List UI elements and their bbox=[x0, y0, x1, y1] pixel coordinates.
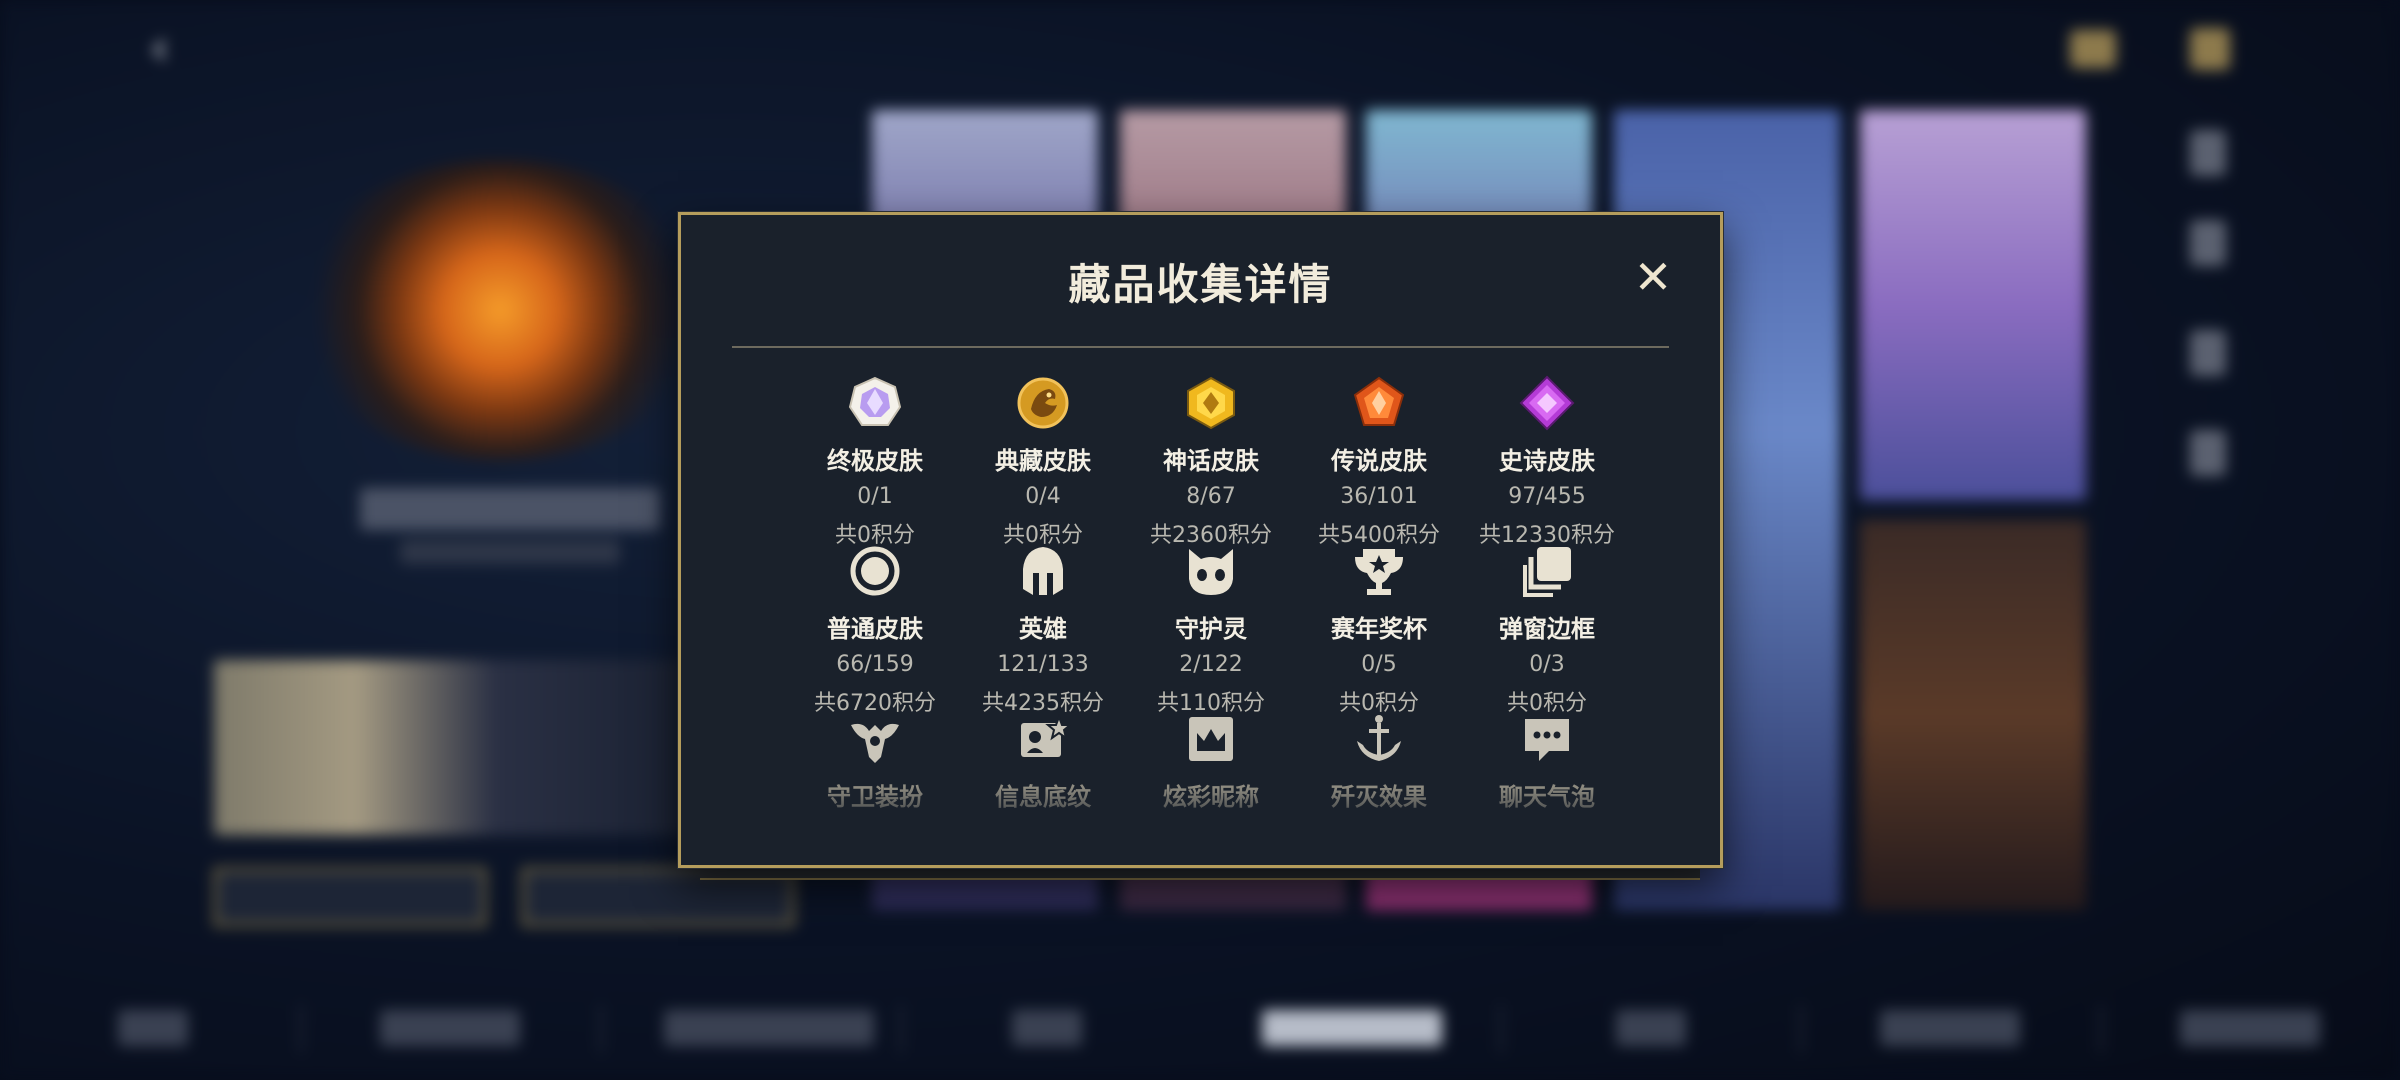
item-count: 66/159 bbox=[836, 652, 914, 677]
item-name: 聊天气泡 bbox=[1499, 783, 1595, 811]
item-name: 英雄 bbox=[1019, 615, 1067, 643]
skin-thumbnail[interactable] bbox=[1860, 110, 2086, 500]
collection-item[interactable]: 歼灭效果 bbox=[1295, 711, 1463, 812]
bottom-tab[interactable] bbox=[118, 1010, 188, 1046]
collection-item[interactable]: 信息底纹 bbox=[959, 711, 1127, 812]
item-name: 终极皮肤 bbox=[827, 447, 923, 475]
info-background-icon bbox=[1021, 714, 1071, 757]
ultimate-skin-gem-icon bbox=[848, 376, 902, 426]
bottom-tab-active[interactable] bbox=[1262, 1010, 1442, 1046]
annihilation-effect-icon bbox=[1357, 715, 1401, 761]
settings-icon[interactable] bbox=[2190, 28, 2230, 70]
item-count: 2/122 bbox=[1179, 652, 1243, 677]
back-button[interactable]: ‹ bbox=[150, 20, 430, 76]
epic-skin-gem-icon bbox=[1519, 375, 1575, 431]
collection-item[interactable]: 神话皮肤 8/67 共2360积分 bbox=[1127, 375, 1295, 549]
bottom-tab[interactable] bbox=[664, 1010, 874, 1046]
item-name: 神话皮肤 bbox=[1163, 447, 1259, 475]
collection-item[interactable]: 史诗皮肤 97/455 共12330积分 bbox=[1463, 375, 1631, 549]
item-count: 97/455 bbox=[1508, 484, 1586, 509]
player-subtitle-placeholder bbox=[400, 540, 620, 564]
item-name: 赛年奖杯 bbox=[1331, 615, 1427, 643]
item-name: 史诗皮肤 bbox=[1499, 447, 1595, 475]
modal-title: 藏品收集详情 bbox=[1068, 260, 1333, 309]
legendary-skin-gem-icon bbox=[1353, 376, 1405, 426]
normal-skin-ring-icon bbox=[850, 546, 900, 596]
item-count: 0/4 bbox=[1025, 484, 1061, 509]
chat-bubble-icon bbox=[1525, 719, 1569, 761]
hero-helmet-icon bbox=[1023, 547, 1063, 595]
bottom-tab[interactable] bbox=[1012, 1010, 1082, 1046]
item-name: 典藏皮肤 bbox=[995, 447, 1091, 475]
collection-item[interactable]: 传说皮肤 36/101 共5400积分 bbox=[1295, 375, 1463, 549]
collection-details-modal: 藏品收集详情 ✕ 终极皮肤 0/1 共0积分 典藏皮肤 0/4 共0积分 神话皮… bbox=[678, 212, 1723, 868]
colorful-nickname-icon bbox=[1189, 717, 1233, 761]
item-name: 信息底纹 bbox=[995, 783, 1091, 811]
item-count: 36/101 bbox=[1340, 484, 1418, 509]
collection-item[interactable]: 守护灵 2/122 共110积分 bbox=[1127, 543, 1295, 717]
side-nav-icon[interactable] bbox=[2190, 130, 2226, 176]
collection-item[interactable]: 守卫装扮 bbox=[791, 711, 959, 812]
collection-item[interactable]: 炫彩昵称 bbox=[1127, 711, 1295, 812]
close-button[interactable]: ✕ bbox=[1631, 254, 1675, 301]
side-nav-icon[interactable] bbox=[2190, 430, 2226, 476]
item-name: 普通皮肤 bbox=[827, 615, 923, 643]
season-trophy-icon bbox=[1355, 549, 1403, 595]
collection-skin-dragon-icon bbox=[1017, 377, 1069, 429]
item-count: 0/5 bbox=[1361, 652, 1397, 677]
collection-item[interactable]: 普通皮肤 66/159 共6720积分 bbox=[791, 543, 959, 717]
item-name: 守护灵 bbox=[1175, 615, 1247, 643]
left-action-button[interactable] bbox=[214, 868, 486, 926]
rank-emblem bbox=[290, 160, 710, 460]
guardian-spirit-icon bbox=[1189, 549, 1233, 595]
collection-item[interactable]: 典藏皮肤 0/4 共0积分 bbox=[959, 375, 1127, 549]
popup-frame-icon bbox=[1523, 547, 1571, 597]
bottom-tab[interactable] bbox=[1880, 1010, 2020, 1046]
item-count: 0/3 bbox=[1529, 652, 1565, 677]
skin-thumbnail[interactable] bbox=[1860, 520, 2086, 910]
featured-card[interactable] bbox=[214, 660, 684, 835]
mythic-skin-gem-icon bbox=[1187, 376, 1235, 430]
item-count: 8/67 bbox=[1186, 484, 1236, 509]
item-name: 传说皮肤 bbox=[1331, 447, 1427, 475]
side-nav-icon[interactable] bbox=[2190, 330, 2226, 376]
item-count: 121/133 bbox=[997, 652, 1089, 677]
collection-item[interactable]: 聊天气泡 bbox=[1463, 711, 1631, 812]
item-name: 歼灭效果 bbox=[1331, 783, 1427, 811]
bottom-tab[interactable] bbox=[1616, 1010, 1686, 1046]
chevron-left-icon: ‹ bbox=[150, 20, 170, 76]
collection-item[interactable]: 赛年奖杯 0/5 共0积分 bbox=[1295, 543, 1463, 717]
item-name: 弹窗边框 bbox=[1499, 615, 1595, 643]
item-count: 0/1 bbox=[857, 484, 893, 509]
side-nav-icon[interactable] bbox=[2190, 220, 2226, 266]
bottom-tab[interactable] bbox=[380, 1010, 520, 1046]
title-divider bbox=[732, 346, 1669, 348]
chat-icon[interactable] bbox=[2070, 30, 2116, 68]
collection-item[interactable]: 终极皮肤 0/1 共0积分 bbox=[791, 375, 959, 549]
collection-item[interactable]: 英雄 121/133 共4235积分 bbox=[959, 543, 1127, 717]
modal-base bbox=[700, 866, 1700, 880]
collection-item[interactable]: 弹窗边框 0/3 共0积分 bbox=[1463, 543, 1631, 717]
item-name: 守卫装扮 bbox=[827, 783, 923, 811]
player-name-placeholder bbox=[360, 488, 660, 530]
item-name: 炫彩昵称 bbox=[1163, 783, 1259, 811]
guard-outfit-icon bbox=[851, 723, 899, 763]
bottom-tab[interactable] bbox=[2180, 1010, 2320, 1046]
